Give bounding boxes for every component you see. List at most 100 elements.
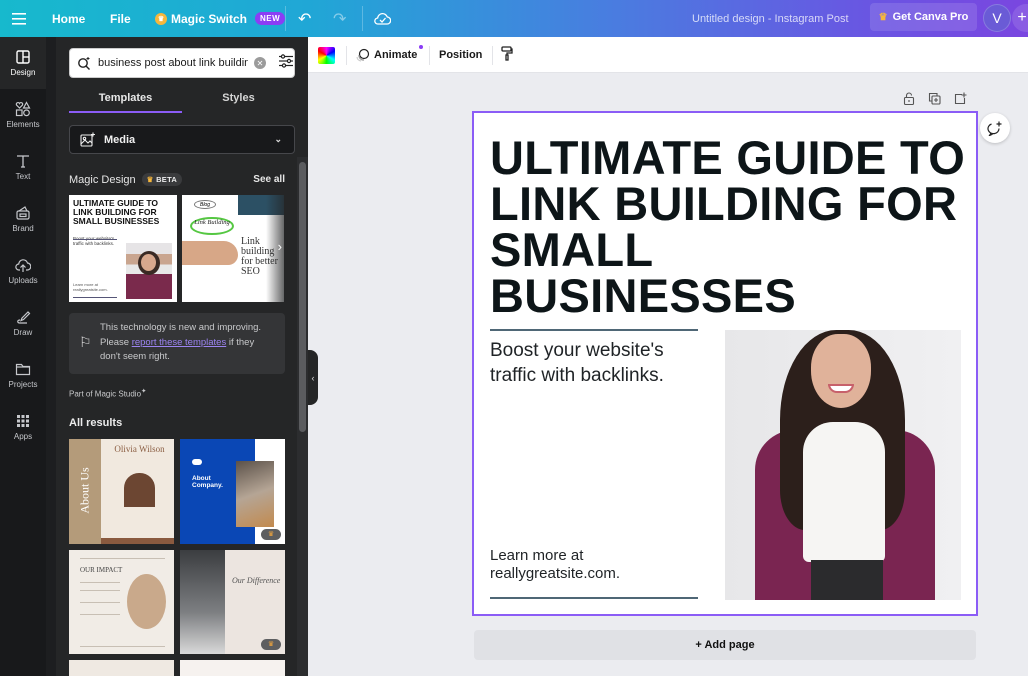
- design-page[interactable]: ULTIMATE GUIDE TO LINK BUILDING FOR SMAL…: [472, 111, 978, 616]
- avatar[interactable]: V: [983, 4, 1011, 32]
- magic-switch-button[interactable]: ♛ Magic Switch NEW: [155, 0, 286, 37]
- clear-search-icon[interactable]: ✕: [254, 57, 266, 69]
- chevron-right-icon[interactable]: ›: [278, 239, 282, 254]
- divider: [346, 46, 347, 65]
- search-box: ✕: [69, 48, 295, 78]
- magic-media-icon: [80, 132, 95, 147]
- divider: [429, 46, 430, 65]
- beta-label: BETA: [156, 175, 178, 184]
- tab-templates[interactable]: Templates: [69, 89, 182, 113]
- home-button[interactable]: Home: [52, 0, 85, 37]
- all-results-heading: All results: [69, 417, 123, 429]
- rail-item-design[interactable]: Design: [0, 37, 46, 89]
- tab-styles[interactable]: Styles: [182, 89, 295, 113]
- get-canva-pro-button[interactable]: ♛ Get Canva Pro: [870, 3, 977, 31]
- design-photo[interactable]: [725, 330, 961, 600]
- template-result[interactable]: OUR IMPACT: [69, 550, 174, 654]
- ai-notice: ⚐ This technology is new and improving. …: [69, 313, 285, 374]
- file-menu-button[interactable]: File: [110, 0, 131, 37]
- upload-cloud-icon: [15, 257, 31, 273]
- pro-crown-icon: ♛: [261, 639, 281, 650]
- lock-icon[interactable]: [903, 92, 915, 108]
- magic-studio-label: Part of Magic Studio✦: [69, 387, 147, 399]
- rail-label: Projects: [8, 380, 38, 389]
- search-input[interactable]: [98, 57, 248, 69]
- redo-icon[interactable]: ↷: [333, 0, 346, 37]
- position-button[interactable]: Position: [439, 49, 482, 61]
- animate-label: Animate: [374, 48, 418, 61]
- divider: [492, 46, 493, 65]
- undo-icon[interactable]: ↶: [298, 0, 311, 37]
- filter-icon[interactable]: [278, 53, 294, 73]
- rail-label: Brand: [12, 224, 34, 233]
- grid-icon: [15, 413, 31, 429]
- thumb-hand: [182, 241, 238, 265]
- shapes-icon: [15, 101, 31, 117]
- template-result[interactable]: About Us Olivia Wilson: [69, 439, 174, 544]
- rail-item-draw[interactable]: Draw: [0, 297, 46, 349]
- design-rule-bottom[interactable]: [490, 597, 698, 599]
- template-result[interactable]: [69, 660, 174, 676]
- rail-item-brand[interactable]: Brand: [0, 193, 46, 245]
- add-page-button[interactable]: + Add page: [474, 630, 976, 660]
- new-indicator-dot: [419, 44, 424, 49]
- template-result[interactable]: Our Difference ♛: [180, 550, 285, 654]
- left-rail: Design Elements Text Brand Uploads Draw …: [0, 37, 46, 676]
- media-dropdown[interactable]: Media ⌄: [69, 125, 295, 154]
- thumb-line: [80, 614, 120, 615]
- thumb-title: Our Difference: [232, 576, 281, 585]
- paint-roller-icon[interactable]: [501, 45, 513, 64]
- flag-icon: ⚐: [79, 334, 92, 350]
- add-page-icon[interactable]: [954, 92, 967, 108]
- page-tools: [903, 92, 967, 108]
- design-headline[interactable]: ULTIMATE GUIDE TO LINK BUILDING FOR SMAL…: [490, 134, 970, 319]
- add-comment-button[interactable]: [980, 113, 1010, 143]
- duplicate-page-icon[interactable]: [928, 92, 941, 108]
- toggle-shape: [192, 459, 202, 465]
- thumb-photo: [124, 473, 155, 507]
- rail-item-elements[interactable]: Elements: [0, 89, 46, 141]
- share-plus-button[interactable]: +: [1012, 4, 1028, 32]
- magic-design-title: Magic Design: [69, 173, 136, 186]
- thumb-ring-label: Link Building: [190, 217, 234, 235]
- get-pro-label: Get Canva Pro: [892, 11, 969, 23]
- thumb-line: [80, 602, 120, 603]
- divider: [362, 6, 363, 31]
- rail-item-uploads[interactable]: Uploads: [0, 245, 46, 297]
- crown-icon: ♛: [146, 175, 154, 184]
- rail-item-apps[interactable]: Apps: [0, 401, 46, 453]
- magic-design-thumb[interactable]: ULTIMATE GUIDE TO LINK BUILDING FOR SMAL…: [69, 195, 177, 302]
- design-rule-top[interactable]: [490, 329, 698, 331]
- see-all-link[interactable]: See all: [253, 174, 285, 185]
- photo-skirt: [811, 560, 883, 600]
- rail-item-projects[interactable]: Projects: [0, 349, 46, 401]
- thumb-photo: [126, 243, 172, 299]
- design-subtext[interactable]: Boost your website's traffic with backli…: [490, 338, 700, 388]
- panel-tabs: Templates Styles: [69, 89, 295, 113]
- thumb-photo: [236, 461, 274, 527]
- design-learn-more[interactable]: Learn more at reallygreatsite.com.: [490, 547, 690, 583]
- thumb-rule: [73, 297, 117, 298]
- comment-plus-icon: [987, 121, 1002, 136]
- thumb-line: [80, 582, 120, 583]
- rail-label: Elements: [6, 120, 40, 129]
- animate-button[interactable]: Animate: [355, 44, 424, 62]
- thumb-footer: [101, 538, 174, 544]
- rail-label: Design: [10, 68, 36, 77]
- collapse-panel-button[interactable]: ‹: [308, 350, 318, 405]
- rail-item-text[interactable]: Text: [0, 141, 46, 193]
- template-result[interactable]: [180, 660, 285, 676]
- cloud-saved-icon[interactable]: [374, 0, 391, 37]
- magic-design-thumb[interactable]: Blog Link Building Link building for bet…: [182, 195, 284, 302]
- color-picker-button[interactable]: [318, 47, 335, 64]
- template-result[interactable]: About Company. ♛: [180, 439, 285, 544]
- document-title[interactable]: Untitled design - Instagram Post: [692, 0, 849, 37]
- thumb-headline: ULTIMATE GUIDE TO LINK BUILDING FOR SMAL…: [73, 198, 160, 226]
- thumb-title: OUR IMPACT: [80, 566, 123, 574]
- divider: [285, 6, 286, 31]
- sparkle-icon: ✦: [141, 388, 147, 395]
- thumb-sub: Boost your website's traffic with backli…: [73, 236, 115, 246]
- menu-icon[interactable]: [12, 0, 28, 37]
- panel-scrollbar[interactable]: [299, 162, 306, 432]
- report-templates-link[interactable]: report these templates: [132, 337, 227, 348]
